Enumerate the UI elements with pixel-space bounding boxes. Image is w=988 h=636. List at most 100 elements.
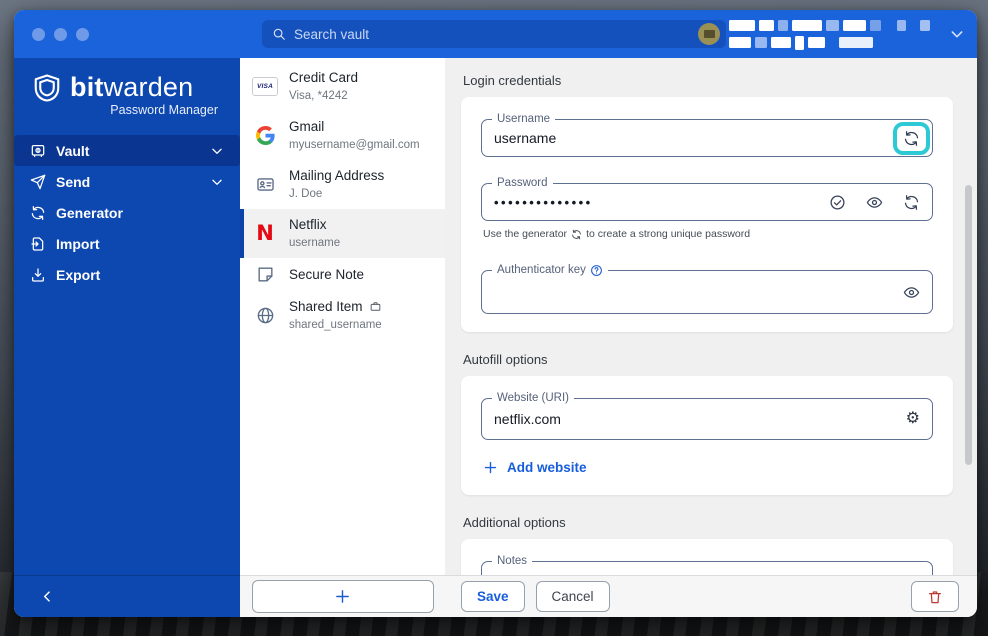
visa-card-icon: VISA: [252, 77, 278, 96]
item-title: Credit Card: [289, 69, 358, 86]
sidebar-item-send[interactable]: Send: [14, 166, 240, 197]
delete-button[interactable]: [911, 581, 959, 612]
section-title-additional-options: Additional options: [463, 515, 953, 530]
password-label: Password: [492, 176, 553, 190]
collapse-sidebar-chevron-left-icon[interactable]: [40, 589, 55, 604]
website-uri-value[interactable]: netflix.com: [494, 411, 906, 427]
logo-subtitle: Password Manager: [32, 103, 218, 117]
website-options-gear-icon[interactable]: ⚙: [906, 411, 920, 427]
search-input[interactable]: Search vault: [262, 20, 726, 48]
check-password-icon[interactable]: [829, 194, 846, 211]
generate-username-icon[interactable]: [903, 130, 920, 147]
close-window-button[interactable]: [32, 28, 45, 41]
briefcase-icon: [369, 300, 382, 313]
vault-icon: [30, 143, 46, 159]
password-field[interactable]: Password ••••••••••••••: [481, 183, 933, 221]
shield-icon: [32, 73, 62, 103]
sidebar-item-label: Vault: [56, 143, 89, 159]
login-credentials-card: Username username Password •••••••••••••…: [461, 97, 953, 332]
authenticator-key-label: Authenticator key: [492, 263, 608, 277]
website-uri-field[interactable]: Website (URI) netflix.com ⚙: [481, 398, 933, 440]
import-icon: [30, 236, 46, 252]
authenticator-key-field[interactable]: Authenticator key: [481, 270, 933, 314]
generate-password-icon[interactable]: [903, 194, 920, 211]
highlight-box: [893, 122, 930, 155]
add-item-button[interactable]: [252, 580, 434, 613]
username-value[interactable]: username: [494, 130, 887, 146]
toggle-authenticator-visibility-icon[interactable]: [903, 284, 920, 301]
account-menu[interactable]: [698, 10, 965, 58]
sidebar-nav: Vault Send Generator Import: [14, 135, 240, 290]
notes-label: Notes: [492, 554, 532, 568]
detail-scrollbar[interactable]: [965, 185, 972, 465]
plus-icon: [483, 460, 498, 475]
save-button[interactable]: Save: [461, 581, 525, 612]
item-title: Secure Note: [289, 266, 364, 283]
sidebar: bitwarden Password Manager Vault Send G: [14, 58, 240, 575]
trash-icon: [927, 589, 943, 605]
item-detail-pane: Login credentials Username username Pass…: [445, 58, 977, 575]
list-item-shared-item[interactable]: Shared Item shared_username: [240, 291, 445, 340]
username-label: Username: [492, 112, 555, 126]
item-subtitle: username: [289, 237, 340, 249]
note-icon: [252, 265, 278, 284]
section-title-autofill-options: Autofill options: [463, 352, 953, 367]
search-icon: [272, 27, 286, 41]
add-website-button[interactable]: Add website: [483, 460, 933, 475]
sidebar-item-generator[interactable]: Generator: [14, 197, 240, 228]
account-chevron-down-icon[interactable]: [949, 26, 965, 42]
toggle-password-visibility-icon[interactable]: [866, 194, 883, 211]
sidebar-item-label: Import: [56, 236, 100, 252]
account-redacted-text: [729, 20, 930, 49]
list-item-netflix[interactable]: N Netflix username: [240, 209, 445, 258]
desktop-wallpaper: Search vault bitward: [0, 0, 988, 636]
traffic-lights: [32, 28, 89, 41]
titlebar: Search vault: [14, 10, 977, 58]
notes-field[interactable]: Notes: [481, 561, 933, 575]
logo-bold: bit: [70, 72, 104, 102]
item-title: Shared Item: [289, 298, 382, 315]
website-uri-label: Website (URI): [492, 391, 574, 405]
item-title: Mailing Address: [289, 167, 384, 184]
item-title: Netflix: [289, 216, 340, 233]
plus-icon: [334, 588, 351, 605]
list-item-secure-note[interactable]: Secure Note: [240, 258, 445, 291]
logo-light: warden: [104, 72, 194, 102]
item-subtitle: shared_username: [289, 319, 382, 331]
question-circle-icon[interactable]: [590, 264, 603, 277]
list-item-gmail[interactable]: Gmail myusername@gmail.com: [240, 111, 445, 160]
search-placeholder: Search vault: [294, 27, 369, 42]
avatar: [698, 23, 720, 45]
item-subtitle: myusername@gmail.com: [289, 139, 420, 151]
detail-footer: Save Cancel: [445, 575, 977, 617]
sidebar-footer: [14, 575, 240, 617]
chevron-down-icon[interactable]: [210, 144, 224, 158]
item-title: Gmail: [289, 118, 420, 135]
vault-item-list: VISA Credit Card Visa, *4242 Gmail: [240, 58, 445, 575]
bitwarden-window: Search vault bitward: [14, 10, 977, 617]
paper-plane-icon: [30, 174, 46, 190]
sidebar-item-label: Send: [56, 174, 90, 190]
generator-icon: [30, 205, 46, 221]
minimize-window-button[interactable]: [54, 28, 67, 41]
sidebar-item-vault[interactable]: Vault: [14, 135, 240, 166]
additional-options-card: Notes: [461, 539, 953, 575]
list-item-credit-card[interactable]: VISA Credit Card Visa, *4242: [240, 62, 445, 111]
list-item-mailing-address[interactable]: Mailing Address J. Doe: [240, 160, 445, 209]
zoom-window-button[interactable]: [76, 28, 89, 41]
refresh-icon: [571, 229, 582, 240]
section-title-login-credentials: Login credentials: [463, 73, 953, 88]
sidebar-item-label: Generator: [56, 205, 123, 221]
netflix-logo-icon: N: [252, 223, 278, 244]
password-value[interactable]: ••••••••••••••: [494, 195, 829, 210]
sidebar-item-import[interactable]: Import: [14, 228, 240, 259]
autofill-options-card: Website (URI) netflix.com ⚙ Add website: [461, 376, 953, 495]
chevron-down-icon[interactable]: [210, 175, 224, 189]
id-card-icon: [252, 175, 278, 194]
sidebar-item-export[interactable]: Export: [14, 259, 240, 290]
cancel-button[interactable]: Cancel: [536, 581, 610, 612]
username-field[interactable]: Username username: [481, 119, 933, 157]
bitwarden-logo: bitwarden Password Manager: [14, 58, 240, 117]
item-subtitle: J. Doe: [289, 188, 322, 200]
list-footer: [240, 575, 445, 617]
